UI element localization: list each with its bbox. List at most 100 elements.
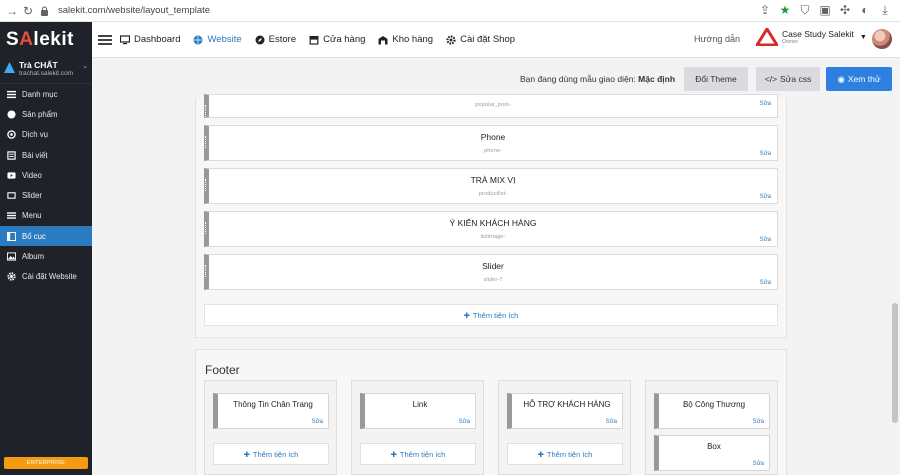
edit-widget-link[interactable]: Sửa — [760, 194, 771, 200]
gear-icon — [7, 272, 16, 281]
edit-widget-link[interactable]: Sửa — [760, 237, 771, 243]
download-icon[interactable]: ⤓ — [878, 3, 892, 17]
download-box-icon[interactable]: ▣ — [818, 3, 832, 17]
theme-name: Mặc định — [638, 74, 676, 84]
footer-widget-title: Link — [412, 400, 428, 409]
top-navigation: Dashboard Website Estore Cửa hàng Kho hàng Cà… — [92, 22, 900, 58]
topnav-cửa-hàng[interactable]: Cửa hàng — [309, 34, 365, 45]
topnav-kho-hàng[interactable]: Kho hàng — [378, 34, 433, 45]
sidebar-item-8[interactable]: Bố cục — [0, 226, 92, 247]
edit-css-button[interactable]: </> Sửa css — [756, 67, 820, 91]
reload-icon[interactable]: ↻ — [20, 3, 36, 19]
add-footer-widget-button[interactable]: ✚ Thêm tiện ích — [213, 443, 329, 465]
extensions-icon[interactable]: ✣ — [838, 3, 852, 17]
drag-handle-icon[interactable] — [205, 222, 208, 234]
layout-widget[interactable]: Slider slider-7 Sửa — [204, 254, 778, 290]
sidebar-item-10[interactable]: Cài đặt Website — [0, 267, 92, 287]
edit-widget-link[interactable]: Sửa — [760, 280, 771, 286]
layout-icon — [7, 231, 16, 241]
star-icon[interactable]: ★ — [778, 3, 792, 17]
sidebar-item-3[interactable]: Dịch vụ — [0, 125, 92, 145]
chevron-down-icon: ⌄ — [82, 63, 88, 70]
footer-column: Bộ Công Thương Sửa Box Sửa — [645, 380, 778, 475]
warehouse-icon — [378, 35, 388, 45]
add-widget-button[interactable]: ✚ Thêm tiện ích — [204, 304, 778, 326]
lock-icon — [36, 3, 52, 19]
footer-column: HỖ TRỢ KHÁCH HÀNG Sửa ✚ Thêm tiện ích — [498, 380, 631, 475]
add-footer-widget-button[interactable]: ✚ Thêm tiện ích — [360, 443, 476, 465]
shop-switcher[interactable]: Trà CHẤT trachat.salekit.com ⌄ — [0, 58, 92, 84]
widget-id: slider-7 — [483, 277, 503, 283]
edit-widget-link[interactable]: Sửa — [753, 461, 764, 467]
sidebar-item-9[interactable]: Album — [0, 246, 92, 266]
account-menu[interactable]: Case Study Salekit Owner ▼ — [756, 28, 867, 46]
footer-widget-title: Bộ Công Thương — [682, 400, 746, 409]
caret-down-icon: ▼ — [859, 33, 867, 41]
footer-widget[interactable]: Link Sửa — [360, 393, 476, 429]
footer-widget[interactable]: Box Sửa — [654, 435, 770, 471]
widget-title: Slider — [482, 261, 504, 271]
preview-button[interactable]: ◉ Xem thử — [826, 67, 892, 91]
sidebar-item-2[interactable]: Sản phẩm — [0, 104, 92, 124]
sidebar-item-4[interactable]: Bài viết — [0, 145, 92, 165]
edit-widget-link[interactable]: Sửa — [606, 419, 617, 425]
edit-widget-link[interactable]: Sửa — [312, 419, 323, 425]
shield-icon[interactable]: ⛉ — [798, 3, 812, 17]
topnav-dashboard[interactable]: Dashboard — [120, 34, 180, 45]
video-icon — [7, 171, 16, 180]
topnav-website[interactable]: Website — [193, 34, 242, 45]
widget-id: productlist- — [478, 191, 508, 197]
plus-icon: ✚ — [463, 310, 470, 320]
change-theme-button[interactable]: Đổi Theme — [684, 67, 748, 91]
hamburger-menu-icon[interactable] — [98, 33, 112, 47]
forward-icon[interactable]: → — [4, 3, 20, 19]
drag-handle-icon[interactable] — [205, 105, 208, 117]
share-icon[interactable]: ⇪ — [758, 3, 772, 17]
footer-widget[interactable]: Thông Tin Chân Trang Sửa — [213, 393, 329, 429]
sidebar-item-label: Sản phẩm — [22, 109, 58, 119]
shop-logo-icon — [4, 62, 15, 73]
article-icon — [7, 150, 16, 160]
sidebar-item-7[interactable]: Menu — [0, 206, 92, 226]
sidebar-item-6[interactable]: Slider — [0, 185, 92, 205]
footer-widget-title: Thông Tin Chân Trang — [233, 400, 313, 409]
salekit-logo[interactable]: S Alekit — [0, 22, 92, 58]
drag-handle-icon[interactable] — [205, 265, 208, 277]
drag-handle-icon[interactable] — [205, 179, 208, 191]
layout-widget[interactable]: Phone phone- Sửa — [204, 125, 778, 161]
add-footer-widget-button[interactable]: ✚ Thêm tiện ích — [507, 443, 623, 465]
browser-toolbar: → ↻ salekit.com/website/layout_template … — [0, 0, 900, 22]
edit-widget-link[interactable]: Sửa — [459, 419, 470, 425]
plus-icon: ✚ — [537, 449, 544, 459]
footer-column: Thông Tin Chân Trang Sửa ✚ Thêm tiện ích — [204, 380, 337, 475]
current-theme-text: Bạn đang dùng mẫu giao diện: Mặc định — [520, 74, 676, 84]
edit-widget-link[interactable]: Sửa — [753, 419, 764, 425]
footer-widget[interactable]: Bộ Công Thương Sửa — [654, 393, 770, 429]
layout-widget[interactable]: popular_post- Sửa — [204, 94, 778, 118]
footer-widget-title: HỖ TRỢ KHÁCH HÀNG — [523, 400, 611, 409]
footer-column: Link Sửa ✚ Thêm tiện ích — [351, 380, 484, 475]
edit-widget-link[interactable]: Sửa — [760, 101, 771, 107]
topnav-cài-đặt-shop[interactable]: Cài đặt Shop — [446, 34, 515, 45]
avatar[interactable] — [872, 29, 892, 49]
layout-widget[interactable]: Ý KIẾN KHÁCH HÀNG listimage- Sửa — [204, 211, 778, 247]
service-icon — [7, 130, 16, 140]
layout-widget[interactable]: TRÀ MIX VỊ productlist- Sửa — [204, 168, 778, 204]
image-icon — [7, 252, 16, 261]
profile-icon[interactable]: ◐ — [858, 3, 872, 17]
sidebar-item-label: Slider — [22, 191, 42, 201]
monitor-icon — [120, 34, 130, 45]
help-link[interactable]: Hướng dẫn — [694, 34, 740, 44]
scrollbar-thumb[interactable] — [892, 303, 898, 423]
topnav-estore[interactable]: Estore — [255, 34, 296, 45]
footer-widget[interactable]: HỖ TRỢ KHÁCH HÀNG Sửa — [507, 393, 623, 429]
edit-widget-link[interactable]: Sửa — [760, 151, 771, 157]
sidebar-item-1[interactable]: Danh mục — [0, 84, 92, 104]
list-icon — [7, 90, 16, 99]
slider-icon — [7, 191, 16, 200]
sidebar-item-5[interactable]: Video — [0, 165, 92, 185]
url-bar[interactable]: salekit.com/website/layout_template — [58, 5, 210, 16]
enterprise-badge: ENTERPRISE — [4, 457, 88, 469]
footer-title: Footer — [205, 363, 240, 377]
drag-handle-icon[interactable] — [205, 136, 208, 148]
